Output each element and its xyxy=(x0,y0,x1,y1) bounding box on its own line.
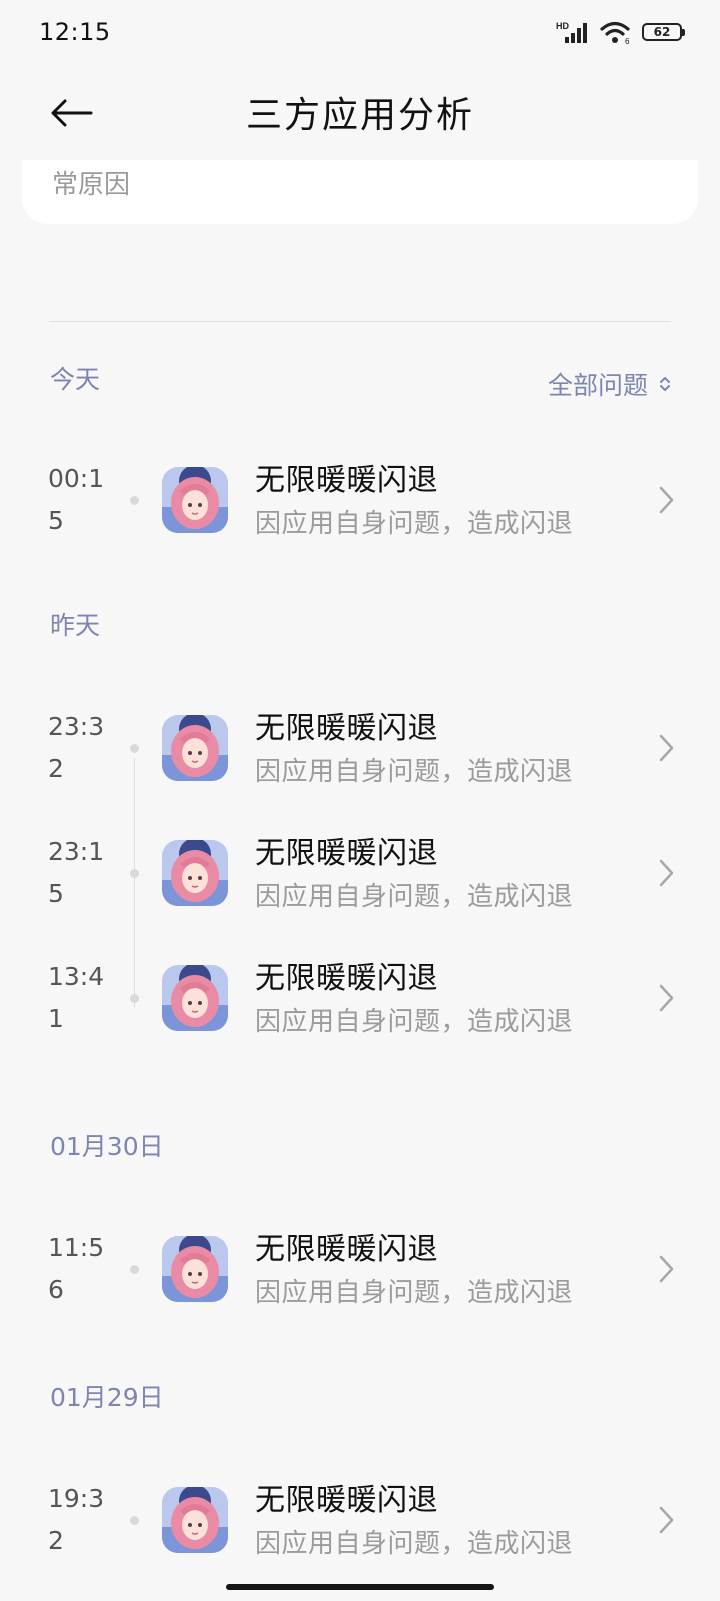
home-indicator[interactable] xyxy=(226,1584,494,1590)
app-icon xyxy=(162,1487,228,1553)
row-time: 23:15 xyxy=(48,837,105,908)
row-time: 19:32 xyxy=(48,1484,105,1555)
wifi-icon: 6 xyxy=(600,21,630,44)
list-item[interactable]: 13:41 无限暖暖闪退 因应用自身问题，造成闪退 xyxy=(0,943,720,1053)
row-title: 无限暖暖闪退 xyxy=(255,463,438,498)
row-subtitle: 因应用自身问题，造成闪退 xyxy=(255,757,574,787)
timeline-dot xyxy=(130,744,139,753)
signal-icon: HD xyxy=(556,21,587,43)
row-title: 无限暖暖闪退 xyxy=(255,711,438,746)
header: 三方应用分析 xyxy=(0,64,720,164)
sort-updown-icon xyxy=(660,377,670,391)
row-subtitle: 因应用自身问题，造成闪退 xyxy=(255,1278,574,1308)
summary-card: 常原因 xyxy=(22,160,698,224)
app-icon xyxy=(162,965,228,1031)
timeline-dot xyxy=(130,496,139,505)
timeline-dot xyxy=(130,1265,139,1274)
section-header-date: 01月29日 xyxy=(50,1383,164,1412)
section-header-yesterday: 昨天 xyxy=(50,611,101,640)
chevron-right-icon xyxy=(659,1506,674,1534)
row-time: 11:56 xyxy=(48,1233,105,1304)
row-time: 23:32 xyxy=(48,712,105,783)
battery-icon: 62 xyxy=(642,23,685,41)
divider xyxy=(49,321,671,322)
timeline-dot xyxy=(130,1516,139,1525)
status-icons: HD 6 62 xyxy=(556,18,685,46)
status-time: 12:15 xyxy=(39,18,111,46)
row-subtitle: 因应用自身问题，造成闪退 xyxy=(255,1529,574,1559)
row-time: 13:41 xyxy=(48,962,105,1033)
row-time: 00:15 xyxy=(48,464,105,535)
row-title: 无限暖暖闪退 xyxy=(255,961,438,996)
list-item[interactable]: 00:15 无限暖暖闪退 因应用自身问题，造成闪退 xyxy=(0,445,720,555)
row-subtitle: 因应用自身问题，造成闪退 xyxy=(255,1007,574,1037)
battery-level: 62 xyxy=(653,25,671,39)
chevron-right-icon xyxy=(659,859,674,887)
list-item[interactable]: 23:15 无限暖暖闪退 因应用自身问题，造成闪退 xyxy=(0,818,720,928)
list-item[interactable]: 11:56 无限暖暖闪退 因应用自身问题，造成闪退 xyxy=(0,1214,720,1324)
chevron-right-icon xyxy=(659,734,674,762)
filter-dropdown[interactable]: 全部问题 xyxy=(548,366,672,402)
chevron-right-icon xyxy=(659,1255,674,1283)
chevron-right-icon xyxy=(659,984,674,1012)
timeline-dot xyxy=(130,869,139,878)
section-header-date: 01月30日 xyxy=(50,1132,164,1161)
row-subtitle: 因应用自身问题，造成闪退 xyxy=(255,509,574,539)
row-title: 无限暖暖闪退 xyxy=(255,1483,438,1518)
app-icon xyxy=(162,1236,228,1302)
row-subtitle: 因应用自身问题，造成闪退 xyxy=(255,882,574,912)
svg-text:6: 6 xyxy=(625,37,630,44)
chevron-right-icon xyxy=(659,486,674,514)
summary-card-text: 常原因 xyxy=(52,170,131,200)
row-title: 无限暖暖闪退 xyxy=(255,1232,438,1267)
list-item[interactable]: 23:32 无限暖暖闪退 因应用自身问题，造成闪退 xyxy=(0,693,720,803)
app-icon xyxy=(162,715,228,781)
section-header-today: 今天 xyxy=(50,365,101,394)
list-item[interactable]: 19:32 无限暖暖闪退 因应用自身问题，造成闪退 xyxy=(0,1465,720,1575)
timeline-dot xyxy=(130,994,139,1003)
filter-label: 全部问题 xyxy=(547,371,648,400)
app-icon xyxy=(162,467,228,533)
app-icon xyxy=(162,840,228,906)
status-bar: 12:15 HD 6 62 xyxy=(0,0,720,64)
network-badge: HD xyxy=(556,21,569,31)
page-title: 三方应用分析 xyxy=(245,95,474,136)
row-title: 无限暖暖闪退 xyxy=(255,836,438,871)
